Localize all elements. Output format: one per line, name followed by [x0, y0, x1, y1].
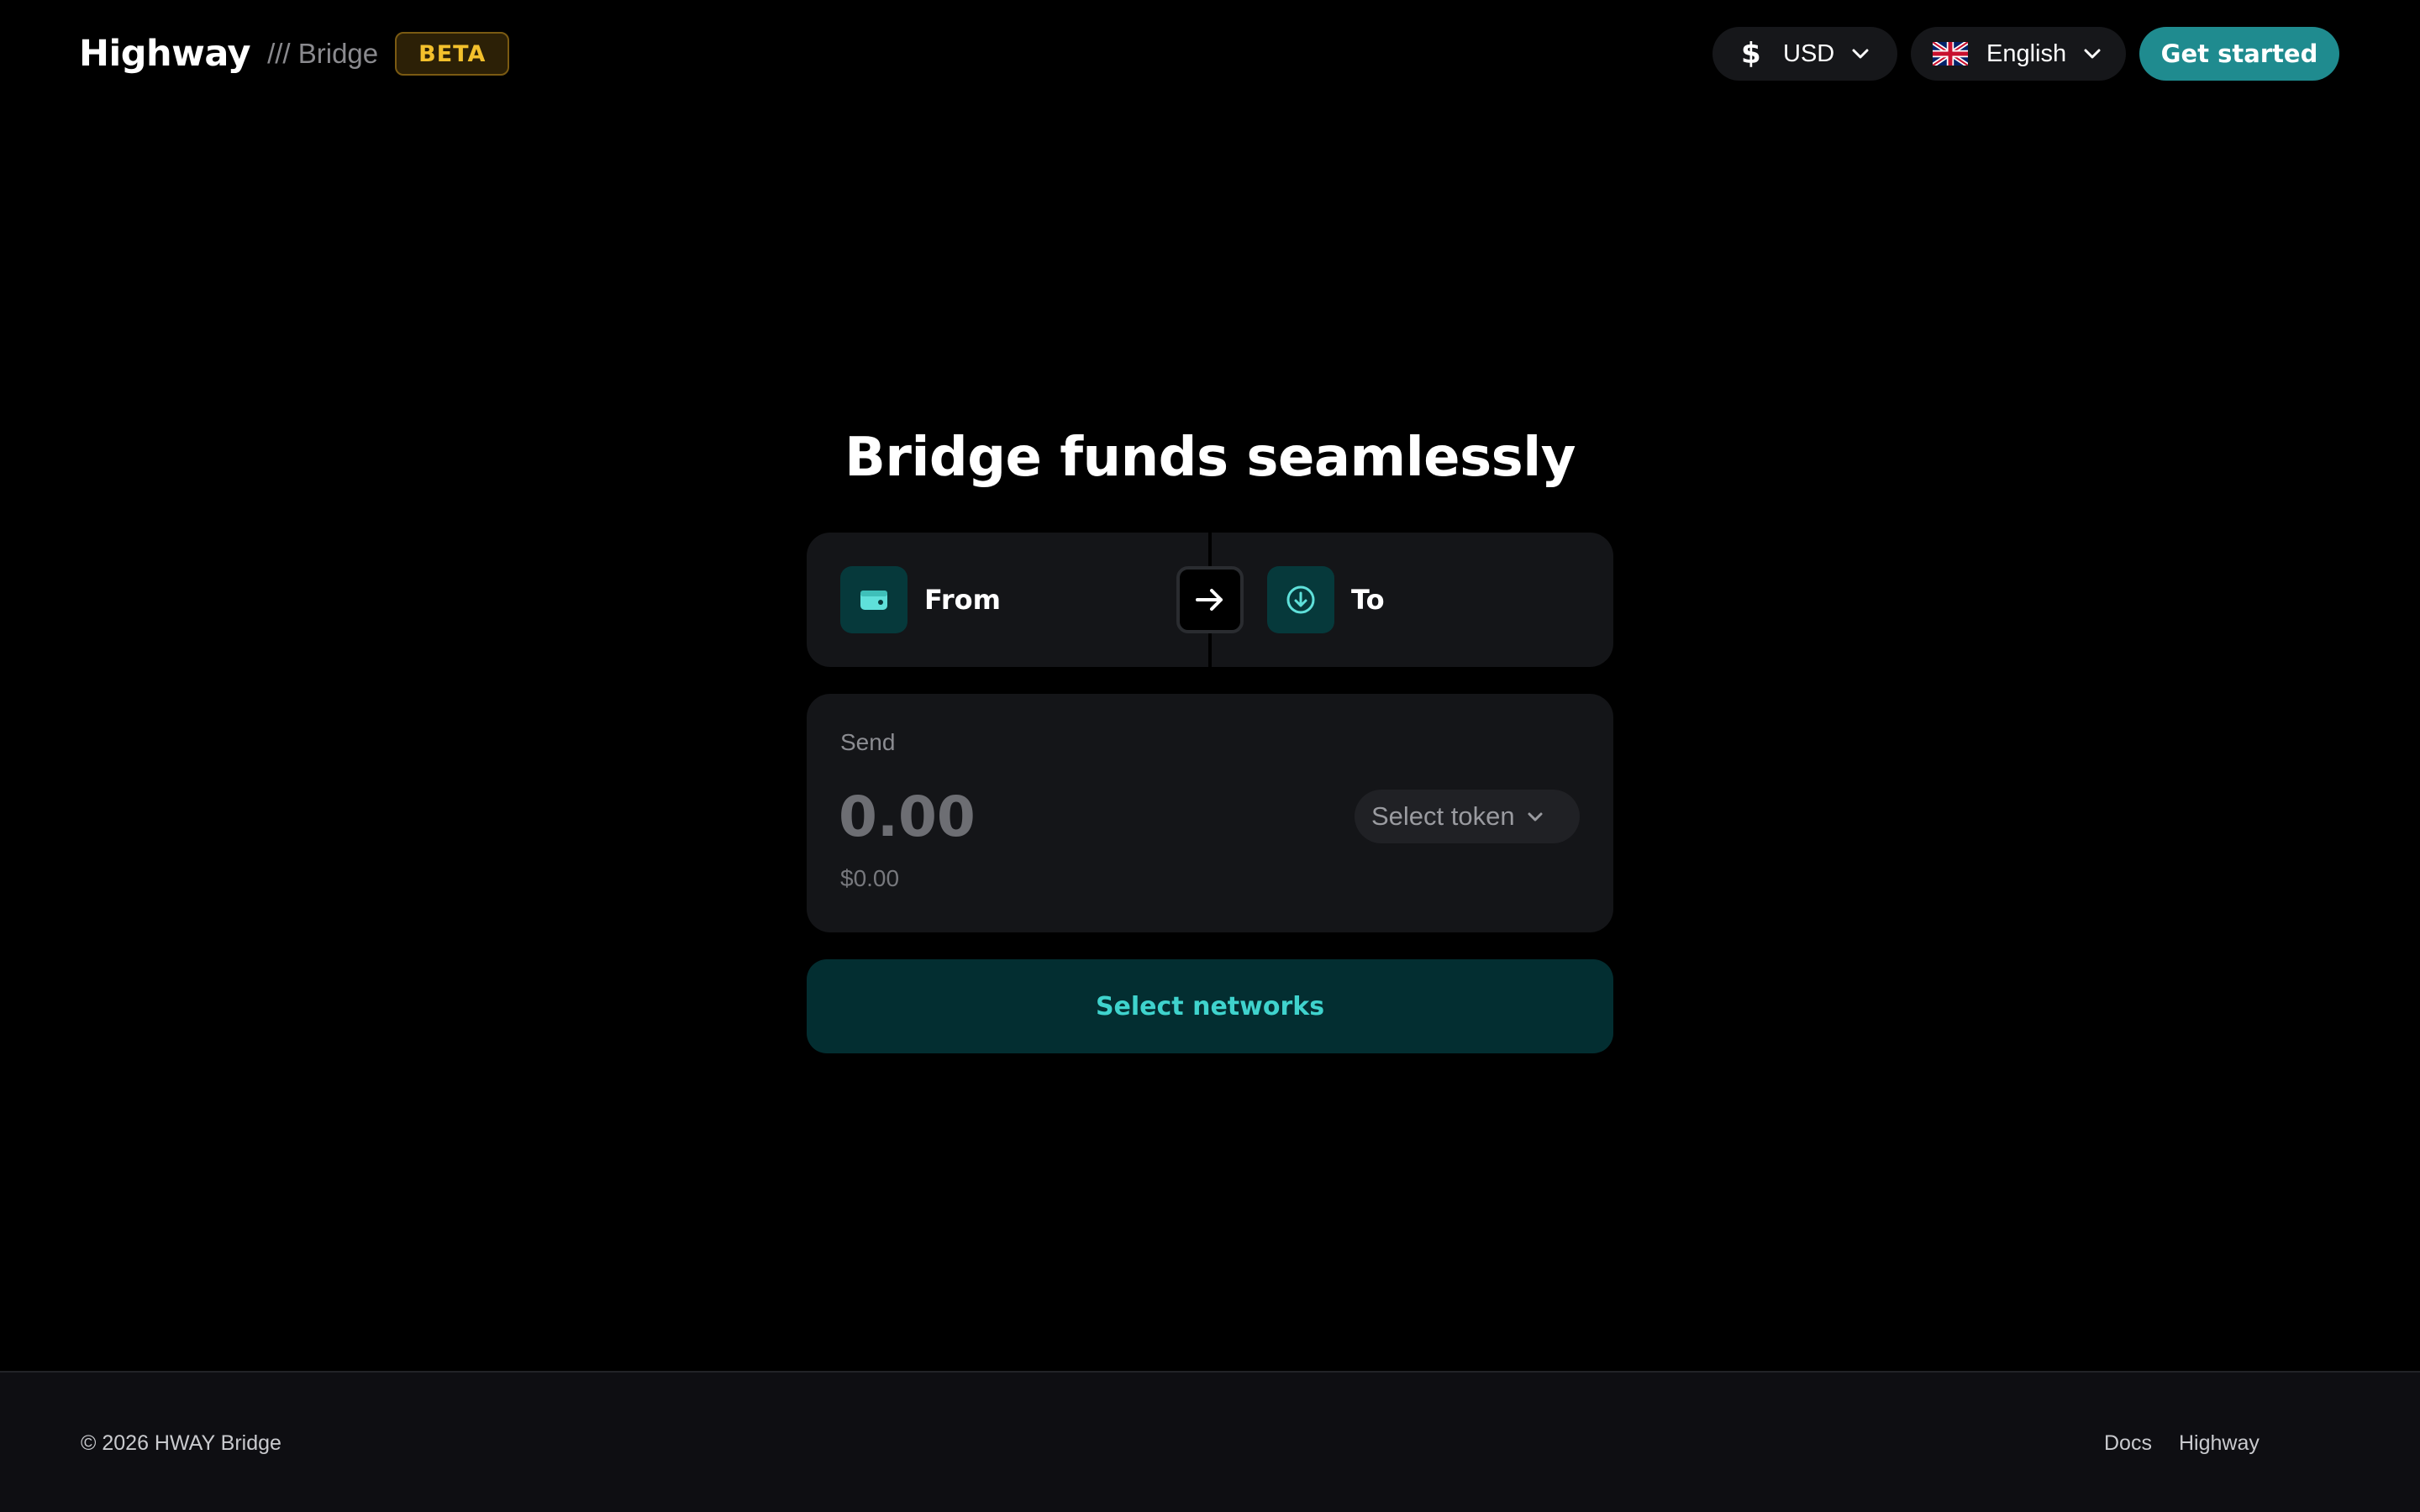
highway-link[interactable]: Highway	[2179, 1431, 2260, 1456]
chevron-down-icon	[1527, 811, 1544, 822]
get-started-button[interactable]: Get started	[2139, 27, 2339, 81]
to-network-button[interactable]: To	[1212, 533, 1613, 667]
brand: Highway /// Bridge BETA	[79, 27, 510, 81]
swap-networks-button[interactable]	[1176, 566, 1244, 633]
docs-link[interactable]: Docs	[2104, 1431, 2152, 1456]
arrow-right-icon	[1196, 589, 1223, 611]
language-label: English	[1986, 39, 2067, 67]
from-label: From	[924, 584, 1001, 616]
dollar-icon: $	[1741, 37, 1761, 71]
wallet-icon	[840, 566, 908, 633]
select-token-button[interactable]: Select token	[1355, 790, 1580, 843]
amount-input[interactable]	[839, 783, 1276, 850]
top-navigation: Highway /// Bridge BETA $ USD English Ge…	[0, 0, 2420, 108]
uk-flag-icon	[1933, 42, 1968, 66]
highway-logo[interactable]: Highway	[79, 27, 251, 81]
footer: © 2026 HWAY Bridge Docs Highway	[0, 1371, 2420, 1512]
language-selector[interactable]: English	[1911, 27, 2126, 81]
currency-selector[interactable]: $ USD	[1712, 27, 1897, 81]
product-label: /// Bridge	[267, 38, 379, 69]
to-label: To	[1351, 584, 1385, 616]
select-token-label: Select token	[1371, 801, 1515, 831]
bridge-page: Highway /// Bridge BETA $ USD English Ge…	[0, 0, 2420, 1512]
footer-links: Docs Highway	[2104, 1431, 2286, 1456]
currency-label: USD	[1783, 39, 1835, 67]
usd-value: $0.00	[840, 865, 900, 891]
send-label: Send	[840, 729, 896, 755]
chevron-down-icon	[2083, 48, 2102, 60]
select-networks-button[interactable]: Select networks	[807, 959, 1613, 1053]
copyright-text: © 2026 HWAY Bridge	[81, 1431, 281, 1455]
arrow-down-circle-icon	[1267, 566, 1334, 633]
network-selector: From To	[807, 533, 1613, 667]
send-panel: Send $0.00 Select token	[807, 694, 1613, 932]
beta-badge: BETA	[395, 32, 510, 76]
chevron-down-icon	[1851, 48, 1870, 60]
from-network-button[interactable]: From	[807, 533, 1208, 667]
page-title: Bridge funds seamlessly	[844, 427, 1576, 489]
